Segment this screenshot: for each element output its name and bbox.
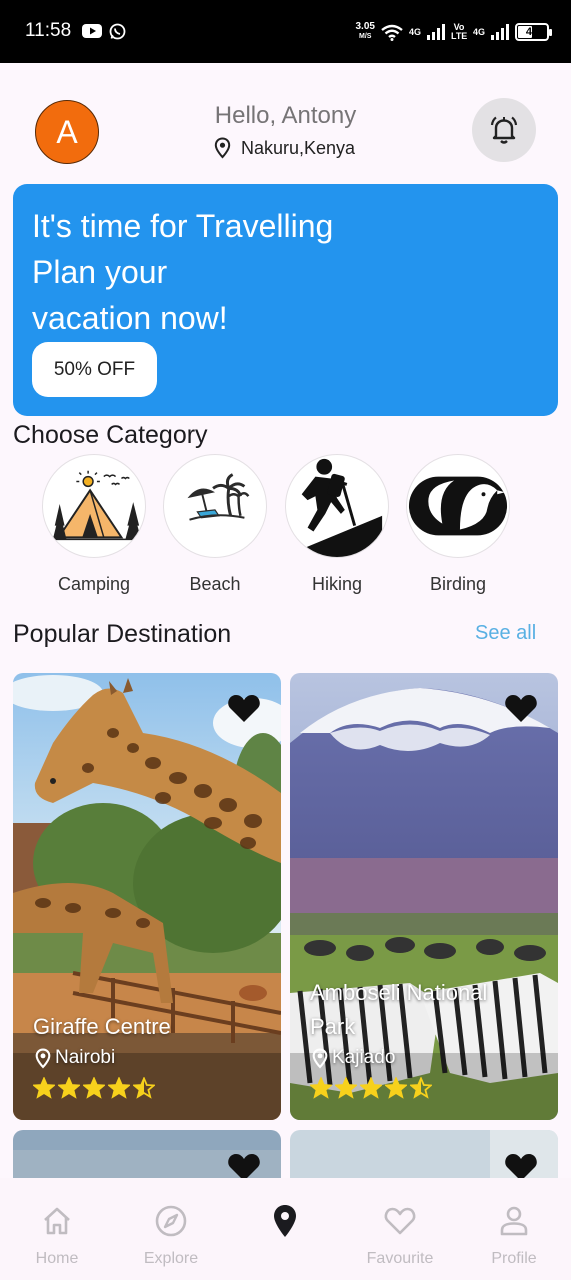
star-icon	[33, 1077, 55, 1099]
destination-location: Nairobi	[35, 1047, 115, 1069]
signal-icon	[491, 24, 509, 40]
bell-icon	[490, 116, 518, 144]
category-label: Hiking	[311, 574, 363, 594]
banner-line-1: It's time for Travelling	[32, 208, 334, 244]
volte-label: Vo LTE	[450, 22, 468, 41]
destination-card[interactable]	[290, 1130, 558, 1178]
popular-section-title: Popular Destination	[13, 620, 232, 648]
destination-card[interactable]: Amboseli National Park Kajiado	[290, 673, 558, 1120]
notifications-button[interactable]	[472, 98, 536, 162]
favorite-heart-icon[interactable]	[227, 1152, 261, 1178]
nav-label: Profile	[491, 1250, 537, 1267]
destination-name-line-1: Amboseli National	[310, 980, 488, 1005]
star-icon	[58, 1077, 80, 1099]
battery-icon: 45	[515, 23, 552, 41]
network-speed-unit: M/S	[359, 33, 372, 40]
hiker-icon	[291, 458, 383, 557]
destination-card[interactable]	[13, 1130, 281, 1178]
nav-favourite[interactable]: Favourite	[350, 1204, 450, 1268]
rating-stars	[33, 1077, 155, 1099]
category-label: Beach	[189, 574, 241, 594]
bottom-navigation: Home Explore Favourite Profile	[0, 1178, 571, 1280]
favorite-heart-icon[interactable]	[504, 693, 538, 723]
nav-label: Explore	[143, 1250, 199, 1267]
nav-label: Home	[35, 1250, 79, 1267]
signal-icon	[426, 24, 445, 40]
star-icon	[133, 1077, 155, 1099]
user-location: Nakuru,Kenya	[214, 137, 355, 159]
nav-label: Favourite	[366, 1250, 434, 1267]
destination-name: Giraffe Centre	[33, 1014, 171, 1039]
category-birding[interactable]: Birding	[406, 454, 510, 595]
star-icon	[360, 1077, 382, 1099]
see-all-link[interactable]: See all	[475, 622, 536, 645]
nav-location[interactable]	[235, 1204, 335, 1238]
banner-line-3: vacation now!	[32, 300, 228, 336]
location-pin-icon	[214, 137, 231, 159]
category-label: Camping	[57, 574, 131, 594]
network-speed: 3.05 M/S	[356, 22, 375, 42]
favorite-heart-icon[interactable]	[504, 1152, 538, 1178]
category-birding-image	[406, 454, 510, 558]
destination-card[interactable]: Giraffe Centre Nairobi	[13, 673, 281, 1120]
network-speed-value: 3.05	[355, 21, 375, 32]
category-beach-image	[163, 454, 267, 558]
sim1-label: 4G	[408, 26, 421, 37]
star-icon	[310, 1077, 332, 1099]
offer-button[interactable]: 50% OFF	[32, 342, 157, 397]
status-bar: 11:58 3.05 M/S 4G Vo LTE 4G 45	[0, 0, 571, 63]
star-icon	[83, 1077, 105, 1099]
beach-icon	[187, 473, 250, 521]
category-camping[interactable]: Camping	[42, 454, 146, 595]
location-pin-icon	[35, 1048, 51, 1068]
location-pin-icon	[274, 1205, 296, 1237]
rating-stars	[310, 1077, 432, 1099]
category-hiking[interactable]: Hiking	[285, 454, 389, 595]
profile-icon	[500, 1206, 528, 1236]
favorite-heart-icon[interactable]	[227, 693, 261, 723]
category-camping-image	[42, 454, 146, 558]
heart-outline-icon	[384, 1207, 416, 1235]
battery-level: 45	[525, 26, 539, 38]
category-hiking-image	[285, 454, 389, 558]
bird-icon	[408, 476, 508, 536]
destination-location: Kajiado	[312, 1047, 395, 1069]
wifi-icon	[381, 24, 403, 41]
location-text: Nakuru,Kenya	[241, 137, 356, 158]
promo-banner[interactable]: It's time for Travelling Plan your vacat…	[13, 184, 558, 416]
star-icon	[108, 1077, 130, 1099]
whatsapp-icon	[109, 23, 126, 40]
youtube-icon	[82, 24, 102, 38]
status-indicators: 3.05 M/S 4G Vo LTE 4G 45	[356, 18, 552, 46]
star-icon	[410, 1077, 432, 1099]
nav-home[interactable]: Home	[7, 1204, 107, 1268]
status-time: 11:58	[25, 20, 72, 41]
banner-line-2: Plan your	[32, 254, 168, 290]
star-icon	[335, 1077, 357, 1099]
destination-location-text: Kajiado	[332, 1047, 396, 1068]
category-label: Birding	[429, 574, 487, 594]
star-icon	[385, 1077, 407, 1099]
category-beach[interactable]: Beach	[163, 454, 267, 595]
nav-explore[interactable]: Explore	[121, 1204, 221, 1268]
destination-location-text: Nairobi	[55, 1047, 116, 1068]
category-section-title: Choose Category	[13, 421, 208, 449]
sim2-label: 4G	[472, 26, 485, 37]
compass-icon	[155, 1205, 187, 1237]
destination-name-line-2: Park	[310, 1014, 356, 1039]
location-pin-icon	[312, 1048, 328, 1068]
nav-profile[interactable]: Profile	[464, 1204, 564, 1268]
tent-icon	[48, 470, 142, 541]
home-icon	[44, 1207, 70, 1235]
